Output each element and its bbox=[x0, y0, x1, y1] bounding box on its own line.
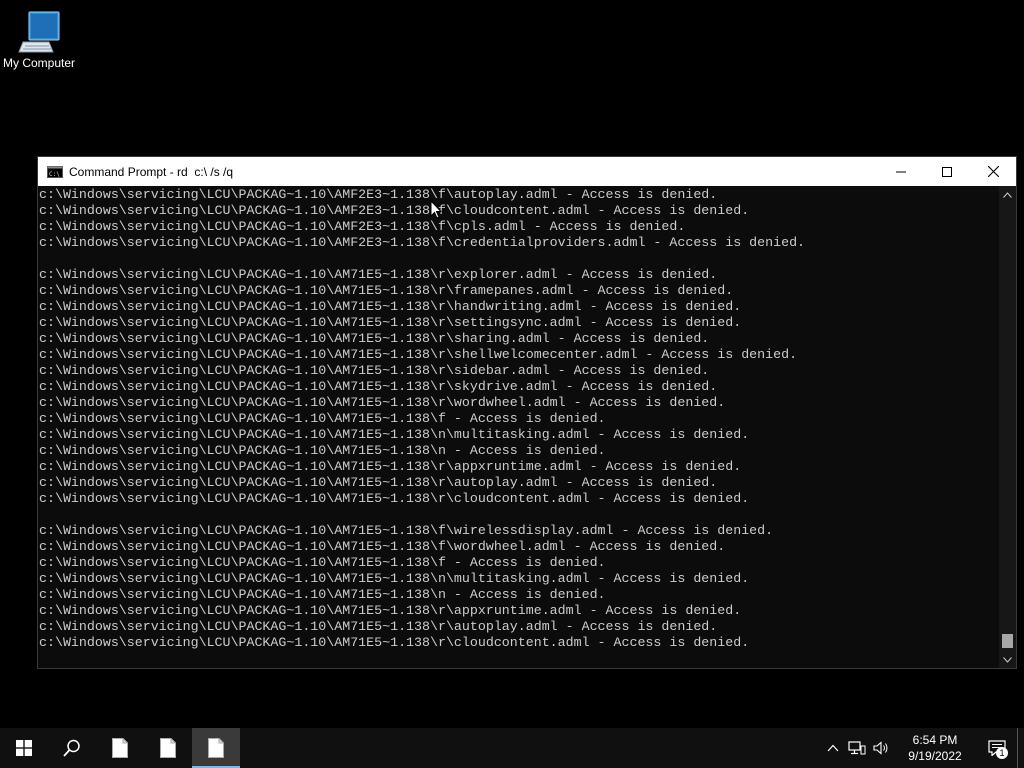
console-line: c:\Windows\servicing\LCU\PACKAG~1.10\AM7… bbox=[39, 491, 750, 506]
vertical-scrollbar[interactable] bbox=[999, 186, 1016, 668]
console-line: c:\Windows\servicing\LCU\PACKAG~1.10\AMF… bbox=[39, 187, 718, 202]
console-line: c:\Windows\servicing\LCU\PACKAG~1.10\AM7… bbox=[39, 459, 742, 474]
maximize-button[interactable] bbox=[924, 157, 970, 186]
svg-text:C:\: C:\ bbox=[49, 171, 60, 178]
close-icon bbox=[987, 166, 999, 177]
document-icon bbox=[112, 738, 128, 758]
console-line: c:\Windows\servicing\LCU\PACKAG~1.10\AM7… bbox=[39, 539, 726, 554]
search-button[interactable] bbox=[48, 728, 96, 768]
computer-icon bbox=[18, 11, 60, 53]
start-button[interactable] bbox=[0, 728, 48, 768]
clock-time: 6:54 PM bbox=[912, 733, 958, 747]
windows-logo-icon bbox=[16, 740, 32, 756]
action-center-button[interactable]: 1 bbox=[977, 728, 1017, 768]
close-button[interactable] bbox=[970, 157, 1016, 186]
minimize-button[interactable] bbox=[878, 157, 924, 186]
document-icon bbox=[160, 738, 176, 758]
console-line: c:\Windows\servicing\LCU\PACKAG~1.10\AM7… bbox=[39, 379, 718, 394]
window-title: Command Prompt - rd c:\ /s /q bbox=[69, 164, 234, 179]
mouse-cursor-icon bbox=[430, 200, 442, 219]
chevron-up-icon bbox=[827, 744, 839, 752]
console-text: c:\Windows\servicing\LCU\PACKAG~1.10\AMF… bbox=[38, 186, 999, 651]
console-line: c:\Windows\servicing\LCU\PACKAG~1.10\AM7… bbox=[39, 587, 606, 602]
console-line: c:\Windows\servicing\LCU\PACKAG~1.10\AM7… bbox=[39, 395, 726, 410]
console-line: c:\Windows\servicing\LCU\PACKAG~1.10\AM7… bbox=[39, 603, 742, 618]
scroll-up-button[interactable] bbox=[999, 186, 1016, 203]
taskbar-app-2[interactable] bbox=[144, 728, 192, 768]
desktop-icon-my-computer[interactable]: My Computer bbox=[0, 8, 78, 70]
chevron-up-icon bbox=[1003, 191, 1012, 198]
taskbar: 6:54 PM 9/19/2022 1 bbox=[0, 728, 1024, 768]
console-line: c:\Windows\servicing\LCU\PACKAG~1.10\AM7… bbox=[39, 619, 718, 634]
network-icon bbox=[848, 741, 866, 755]
desktop-icon-label: My Computer bbox=[2, 56, 76, 70]
taskbar-app-1[interactable] bbox=[96, 728, 144, 768]
console-line: c:\Windows\servicing\LCU\PACKAG~1.10\AM7… bbox=[39, 635, 750, 650]
console-app-icon: C:\ bbox=[47, 165, 63, 178]
console-line: c:\Windows\servicing\LCU\PACKAG~1.10\AM7… bbox=[39, 283, 734, 298]
show-desktop-button[interactable] bbox=[1017, 728, 1024, 768]
console-output[interactable]: c:\Windows\servicing\LCU\PACKAG~1.10\AMF… bbox=[38, 186, 999, 668]
console-line: c:\Windows\servicing\LCU\PACKAG~1.10\AM7… bbox=[39, 571, 750, 586]
minimize-icon bbox=[896, 171, 906, 172]
console-line: c:\Windows\servicing\LCU\PACKAG~1.10\AMF… bbox=[39, 235, 806, 250]
taskbar-app-3[interactable] bbox=[192, 728, 240, 768]
console-line: c:\Windows\servicing\LCU\PACKAG~1.10\AMF… bbox=[39, 203, 750, 218]
console-line: c:\Windows\servicing\LCU\PACKAG~1.10\AM7… bbox=[39, 475, 718, 490]
maximize-icon bbox=[942, 166, 952, 177]
console-line: c:\Windows\servicing\LCU\PACKAG~1.10\AM7… bbox=[39, 427, 750, 442]
network-button[interactable] bbox=[845, 728, 869, 768]
taskbar-clock[interactable]: 6:54 PM 9/19/2022 bbox=[899, 732, 971, 764]
scroll-down-button[interactable] bbox=[999, 651, 1016, 668]
volume-button[interactable] bbox=[869, 728, 893, 768]
clock-date: 9/19/2022 bbox=[908, 749, 962, 763]
show-hidden-icons-button[interactable] bbox=[821, 728, 845, 768]
console-line: c:\Windows\servicing\LCU\PACKAG~1.10\AM7… bbox=[39, 331, 710, 346]
volume-icon bbox=[873, 741, 888, 755]
system-tray: 6:54 PM 9/19/2022 1 bbox=[821, 728, 1024, 768]
console-line: c:\Windows\servicing\LCU\PACKAG~1.10\AM7… bbox=[39, 267, 718, 282]
console-line: c:\Windows\servicing\LCU\PACKAG~1.10\AM7… bbox=[39, 363, 710, 378]
notification-count-badge: 1 bbox=[996, 747, 1008, 759]
console-line: c:\Windows\servicing\LCU\PACKAG~1.10\AM7… bbox=[39, 347, 798, 362]
window-titlebar[interactable]: C:\ Command Prompt - rd c:\ /s /q bbox=[38, 157, 1016, 186]
console-line: c:\Windows\servicing\LCU\PACKAG~1.10\AM7… bbox=[39, 411, 606, 426]
console-line: c:\Windows\servicing\LCU\PACKAG~1.10\AMF… bbox=[39, 219, 686, 234]
command-prompt-window: C:\ Command Prompt - rd c:\ /s /q c:\Win… bbox=[38, 157, 1016, 668]
console-line: c:\Windows\servicing\LCU\PACKAG~1.10\AM7… bbox=[39, 299, 742, 314]
document-icon bbox=[208, 738, 224, 758]
console-line: c:\Windows\servicing\LCU\PACKAG~1.10\AM7… bbox=[39, 523, 774, 538]
console-line: c:\Windows\servicing\LCU\PACKAG~1.10\AM7… bbox=[39, 443, 606, 458]
scrollbar-thumb[interactable] bbox=[1002, 634, 1013, 648]
search-icon bbox=[63, 739, 80, 757]
console-line: c:\Windows\servicing\LCU\PACKAG~1.10\AM7… bbox=[39, 315, 742, 330]
console-line: c:\Windows\servicing\LCU\PACKAG~1.10\AM7… bbox=[39, 555, 606, 570]
chevron-down-icon bbox=[1003, 656, 1012, 663]
